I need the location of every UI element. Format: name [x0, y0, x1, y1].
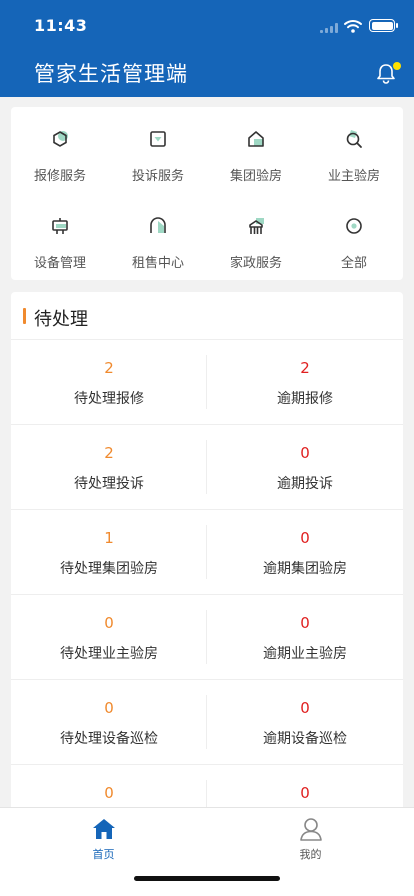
user-icon — [300, 818, 322, 841]
service-housekeeping[interactable]: 家政服务 — [207, 194, 305, 271]
service-label: 投诉服务 — [131, 169, 184, 184]
pending-count: 2 — [104, 444, 114, 462]
pending-count: 1 — [104, 529, 114, 547]
pending-label: 待处理设备巡检 — [60, 731, 158, 747]
home-indicator — [134, 876, 280, 881]
pending-row: 0 待处理设备巡检 0 逾期设备巡检 — [11, 680, 403, 765]
service-all[interactable]: 全部 — [305, 194, 403, 271]
overdue-count: 2 — [300, 359, 310, 377]
pending-row: 2 待处理投诉 0 逾期投诉 — [11, 425, 403, 510]
overdue-count: 0 — [300, 784, 310, 802]
owner-inspection-icon — [346, 130, 362, 148]
pending-label: 待处理业主验房 — [60, 646, 158, 662]
overdue-count: 0 — [300, 444, 310, 462]
tab-mine[interactable]: 我的 — [207, 808, 414, 864]
service-label: 全部 — [340, 256, 367, 271]
status-time: 11:43 — [34, 16, 88, 35]
repair-icon — [53, 131, 68, 147]
pending-cell[interactable]: 0 — [11, 765, 207, 812]
service-label: 集团验房 — [229, 169, 282, 184]
overdue-complaint-cell[interactable]: 0 逾期投诉 — [207, 425, 403, 510]
service-complaint[interactable]: 投诉服务 — [109, 107, 207, 184]
pending-section: 待处理 2 待处理报修 2 逾期报修 2 待处理投诉 0 逾期投诉 1 待处理集… — [11, 292, 403, 812]
overdue-group-inspection-cell[interactable]: 0 逾期集团验房 — [207, 510, 403, 595]
all-icon — [346, 218, 362, 234]
pending-row: 1 待处理集团验房 0 逾期集团验房 — [11, 510, 403, 595]
service-group-inspection[interactable]: 集团验房 — [207, 107, 305, 184]
home-icon — [93, 819, 115, 839]
overdue-owner-inspection-cell[interactable]: 0 逾期业主验房 — [207, 595, 403, 680]
pending-complaint-cell[interactable]: 2 待处理投诉 — [11, 425, 207, 510]
overdue-device-patrol-cell[interactable]: 0 逾期设备巡检 — [207, 680, 403, 765]
overdue-label: 逾期投诉 — [277, 476, 333, 492]
cellular-signal-icon — [320, 23, 340, 33]
overdue-label: 逾期报修 — [277, 391, 333, 407]
service-label: 租售中心 — [131, 256, 184, 271]
overdue-repair-cell[interactable]: 2 逾期报修 — [207, 340, 403, 425]
pending-group-inspection-cell[interactable]: 1 待处理集团验房 — [11, 510, 207, 595]
wifi-icon — [344, 20, 362, 33]
overdue-label: 逾期业主验房 — [263, 646, 347, 662]
pending-label: 待处理报修 — [74, 391, 144, 407]
overdue-count: 0 — [300, 529, 310, 547]
group-inspection-icon — [248, 131, 264, 147]
app-header: 11:43 管家生活管理端 — [0, 0, 414, 97]
tab-label: 我的 — [299, 848, 322, 861]
pending-row: 0 待处理业主验房 0 逾期业主验房 — [11, 595, 403, 680]
section-title: 待处理 — [34, 309, 88, 330]
pending-owner-inspection-cell[interactable]: 0 待处理业主验房 — [11, 595, 207, 680]
status-bar: 11:43 — [0, 0, 414, 50]
pending-header: 待处理 — [11, 292, 403, 340]
notification-dot — [393, 62, 401, 70]
overdue-count: 0 — [300, 614, 310, 632]
bottom-tab-bar: 首页 我的 — [0, 807, 414, 896]
device-icon — [52, 218, 68, 234]
service-device[interactable]: 设备管理 — [11, 194, 109, 271]
service-rental[interactable]: 租售中心 — [109, 194, 207, 271]
service-owner-inspection[interactable]: 业主验房 — [305, 107, 403, 184]
pending-device-patrol-cell[interactable]: 0 待处理设备巡检 — [11, 680, 207, 765]
tab-label: 首页 — [92, 848, 115, 861]
pending-repair-cell[interactable]: 2 待处理报修 — [11, 340, 207, 425]
overdue-label: 逾期集团验房 — [263, 561, 347, 577]
service-repair[interactable]: 报修服务 — [11, 107, 109, 184]
pending-label: 待处理投诉 — [74, 476, 144, 492]
pending-count: 2 — [104, 359, 114, 377]
pending-count: 0 — [104, 699, 114, 717]
service-label: 业主验房 — [327, 169, 380, 184]
overdue-cell[interactable]: 0 — [207, 765, 403, 812]
service-label: 报修服务 — [33, 169, 86, 184]
overdue-label: 逾期设备巡检 — [263, 731, 347, 747]
rental-icon — [150, 217, 166, 233]
section-accent-bar — [23, 308, 26, 324]
tab-home[interactable]: 首页 — [0, 808, 207, 864]
battery-icon — [369, 19, 398, 32]
pending-row: 2 待处理报修 2 逾期报修 — [11, 340, 403, 425]
housekeeping-icon — [249, 218, 264, 234]
pending-label: 待处理集团验房 — [60, 561, 158, 577]
pending-count: 0 — [104, 784, 114, 802]
pending-count: 0 — [104, 614, 114, 632]
page-title: 管家生活管理端 — [34, 62, 188, 86]
complaint-icon — [150, 131, 166, 147]
service-label: 设备管理 — [33, 256, 86, 271]
service-label: 家政服务 — [229, 256, 282, 271]
pending-row: 0 0 — [11, 765, 403, 812]
overdue-count: 0 — [300, 699, 310, 717]
services-grid: 报修服务 投诉服务 集团验房 业主验房 设备管理 租售中心 家政服务 全部 — [11, 107, 403, 280]
